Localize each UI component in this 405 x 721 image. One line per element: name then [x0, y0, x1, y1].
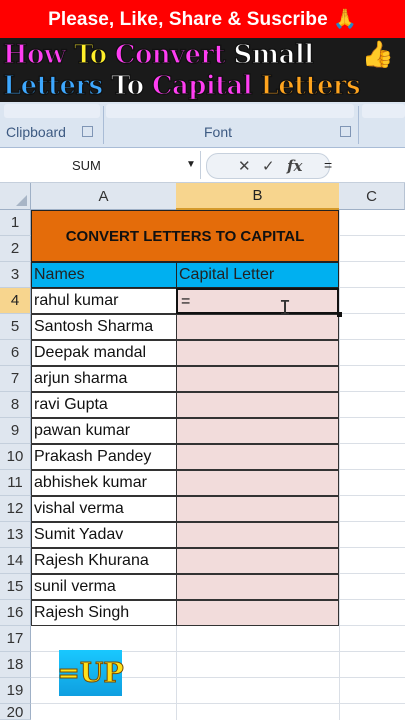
- formula-bar: SUM ▼ ✕ ✓ fx =: [0, 148, 405, 183]
- chevron-down-icon[interactable]: ▼: [186, 159, 196, 170]
- row-header[interactable]: 1: [0, 210, 31, 236]
- video-title-line-1: How To Convert Small: [2, 39, 402, 70]
- row-header[interactable]: 16: [0, 600, 31, 626]
- video-title-line-2: Letters To Capital Letters: [2, 70, 402, 101]
- name-cell[interactable]: ravi Gupta: [31, 392, 177, 418]
- clipboard-tools[interactable]: [4, 104, 100, 118]
- name-cell[interactable]: Deepak mandal: [31, 340, 177, 366]
- capital-cell[interactable]: [176, 574, 339, 600]
- name-cell[interactable]: rahul kumar: [31, 288, 177, 314]
- capital-cell[interactable]: [176, 366, 339, 392]
- capital-cell[interactable]: [176, 340, 339, 366]
- name-cell[interactable]: pawan kumar: [31, 418, 177, 444]
- capital-cell[interactable]: [176, 600, 339, 626]
- subscribe-banner: Please, Like, Share & Suscribe 🙏: [0, 0, 405, 38]
- capital-cell[interactable]: [176, 522, 339, 548]
- row-header[interactable]: 18: [0, 652, 31, 678]
- row-header[interactable]: 13: [0, 522, 31, 548]
- title-word: To: [73, 39, 115, 70]
- formula-input[interactable]: =: [324, 157, 332, 173]
- upper-function-badge: =UP: [57, 650, 124, 696]
- capital-cell[interactable]: [176, 470, 339, 496]
- row-header[interactable]: 5: [0, 314, 31, 340]
- ribbon: Clipboard Font: [0, 102, 405, 148]
- sheet-title-cell[interactable]: CONVERT LETTERS TO CAPITAL: [31, 210, 339, 262]
- formula-buttons: ✕ ✓ fx: [206, 153, 330, 179]
- row-header[interactable]: 17: [0, 626, 31, 652]
- select-all-button[interactable]: [0, 183, 31, 210]
- capital-cell[interactable]: [176, 548, 339, 574]
- cancel-icon[interactable]: ✕: [238, 157, 251, 175]
- enter-check-icon[interactable]: ✓: [262, 157, 275, 175]
- header-cell-capital[interactable]: Capital Letter: [176, 262, 339, 288]
- capital-cell[interactable]: [176, 392, 339, 418]
- row-header[interactable]: 4: [0, 288, 31, 314]
- fill-handle[interactable]: [337, 312, 342, 317]
- row-header[interactable]: 3: [0, 262, 31, 288]
- row-header[interactable]: 2: [0, 236, 31, 262]
- row-header[interactable]: 10: [0, 444, 31, 470]
- row-header[interactable]: 11: [0, 470, 31, 496]
- row-header[interactable]: 12: [0, 496, 31, 522]
- name-cell[interactable]: Rajesh Khurana: [31, 548, 177, 574]
- active-cell-b4[interactable]: =: [176, 288, 339, 314]
- name-cell[interactable]: abhishek kumar: [31, 470, 177, 496]
- ribbon-divider: [358, 106, 359, 144]
- title-word: Small: [233, 39, 315, 70]
- row-header[interactable]: 20: [0, 704, 31, 721]
- name-cell[interactable]: Santosh Sharma: [31, 314, 177, 340]
- row-header[interactable]: 15: [0, 574, 31, 600]
- insert-function-icon[interactable]: fx: [287, 157, 302, 175]
- name-box-value: SUM: [72, 158, 101, 173]
- column-header-a[interactable]: A: [31, 183, 177, 210]
- title-word: How: [2, 39, 74, 70]
- font-group-label: Font: [204, 124, 233, 140]
- row-header[interactable]: 19: [0, 678, 31, 704]
- capital-cell[interactable]: [176, 418, 339, 444]
- name-cell[interactable]: Rajesh Singh: [31, 600, 177, 626]
- name-cell[interactable]: Prakash Pandey: [31, 444, 177, 470]
- subscribe-banner-text: Please, Like, Share & Suscribe 🙏: [48, 9, 357, 30]
- title-word: Letters: [260, 70, 361, 101]
- title-word: To: [110, 70, 152, 101]
- ribbon-divider: [103, 106, 104, 144]
- header-cell-names[interactable]: Names: [31, 262, 177, 288]
- thumbs-up-icon: 👍: [361, 38, 395, 69]
- column-header-c[interactable]: C: [339, 183, 405, 210]
- font-tools[interactable]: [106, 104, 354, 118]
- row-header[interactable]: 9: [0, 418, 31, 444]
- capital-cell[interactable]: [176, 314, 339, 340]
- alignment-tools[interactable]: [362, 104, 405, 118]
- row-header[interactable]: 6: [0, 340, 31, 366]
- name-cell[interactable]: sunil verma: [31, 574, 177, 600]
- title-word: Letters: [2, 70, 111, 101]
- name-cell[interactable]: arjun sharma: [31, 366, 177, 392]
- text-cursor-icon: I: [279, 296, 292, 320]
- name-cell[interactable]: vishal verma: [31, 496, 177, 522]
- clipboard-dialog-launcher-icon[interactable]: [82, 126, 93, 137]
- clipboard-group-label: Clipboard: [6, 124, 66, 140]
- capital-cell[interactable]: [176, 496, 339, 522]
- name-cell[interactable]: Sumit Yadav: [31, 522, 177, 548]
- title-word: Capital: [151, 70, 261, 101]
- font-dialog-launcher-icon[interactable]: [340, 126, 351, 137]
- row-header[interactable]: 14: [0, 548, 31, 574]
- column-header-b[interactable]: B: [176, 183, 340, 210]
- capital-cell[interactable]: [176, 444, 339, 470]
- upper-badge-text: =UP: [57, 657, 124, 689]
- row-header[interactable]: 7: [0, 366, 31, 392]
- row-header[interactable]: 8: [0, 392, 31, 418]
- grid-line: [339, 210, 340, 720]
- name-box[interactable]: SUM ▼: [0, 151, 201, 179]
- title-word: Convert: [114, 39, 234, 70]
